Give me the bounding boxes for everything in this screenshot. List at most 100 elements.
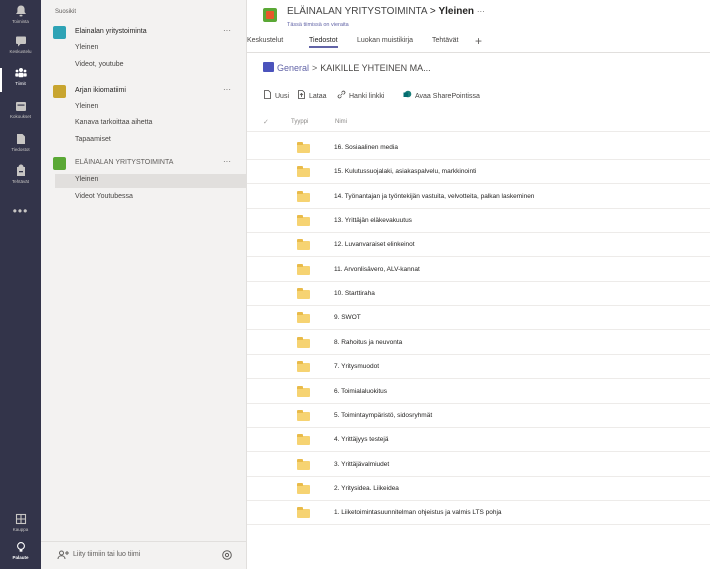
column-header-name[interactable]: Nimi [335,119,347,125]
table-row[interactable]: 10. Starttiraha [247,282,710,307]
guest-notice[interactable]: Tässä tiimissä on vieraita [287,22,349,28]
rail-label-teams: Tiimit [15,81,26,86]
table-row[interactable]: 12. Luvanvaraiset elinkeinot [247,233,710,258]
breadcrumb-root[interactable]: General [277,63,309,73]
table-row[interactable]: 13. Yrittäjän eläkevakuutus [247,209,710,234]
column-header-type[interactable]: Tyyppi [291,119,308,125]
table-row[interactable]: 7. Yritysmuodot [247,355,710,380]
get-link-button[interactable]: Hanki linkki [337,90,384,100]
breadcrumb-current: KAIKILLE YHTEINEN MA... [320,63,431,73]
team-more-button[interactable]: ··· [223,85,231,94]
folder-icon [297,312,310,324]
join-team-icon [57,550,69,560]
rail-item-feedback[interactable]: Palaute [0,540,41,569]
teams-list-panel: Suosikit Elainalan yritystoiminta ··· Yl… [41,0,247,569]
rail-item-files[interactable]: Tiedostot [0,132,41,162]
channel-item[interactable]: Tapaamiset [75,134,241,148]
rail-label-activity: Toiminta [12,19,29,24]
team-logo [53,157,66,170]
open-in-sharepoint-button[interactable]: Avaa SharePointissa [403,90,480,100]
table-row[interactable]: 3. Yrittäjävalmiudet [247,453,710,477]
tab-files[interactable]: Tiedostot [309,37,338,48]
rail-item-meetings[interactable]: Kokoukset [0,99,41,129]
channel-item[interactable]: Kanava tarkoittaa aihetta [75,117,241,131]
tab-class-notebook[interactable]: Luokan muistikirja [357,37,413,44]
file-name[interactable]: 6. Toimialaluokitus [334,388,387,395]
rail-item-teams[interactable]: Tiimit [0,66,41,96]
team-name: Elainalan yritystoiminta [75,28,147,35]
file-name[interactable]: 1. Liiketoimintasuunnitelman ohjeistus j… [334,509,502,516]
table-row[interactable]: 15. Kulutussuojalaki, asiakaspalvelu, ma… [247,160,710,185]
table-row[interactable]: 8. Rahoitus ja neuvonta [247,331,710,355]
file-name[interactable]: 8. Rahoitus ja neuvonta [334,339,402,346]
channel-item-selected[interactable]: Yleinen [55,174,247,188]
folder-icon [297,166,310,178]
tab-divider [247,52,710,53]
team-more-button[interactable]: ··· [223,26,231,35]
tab-conversations[interactable]: Keskustelut [247,37,283,44]
tab-assignments[interactable]: Tehtävät [432,37,458,44]
table-row[interactable]: 6. Toimialaluokitus [247,380,710,404]
table-row[interactable]: 9. SWOT [247,306,710,331]
add-tab-button[interactable]: + [475,34,482,48]
new-label: Uusi [275,93,290,100]
files-icon [16,134,25,144]
table-row[interactable]: 2. Yritysidea. Liikeidea [247,477,710,501]
rail-item-store[interactable]: Kauppa [0,512,41,542]
folder-icon [297,336,310,348]
channel-item[interactable]: Videot, youtube [75,59,241,73]
join-or-create-team-link[interactable]: Liity tiimiin tai luo tiimi [73,551,140,558]
file-name[interactable]: 16. Sosiaalinen media [334,144,398,151]
file-name[interactable]: 7. Yritysmuodot [334,363,379,370]
folder-icon [297,458,310,470]
rail-item-tasks[interactable]: Tehtävät [0,164,41,194]
sharepoint-label: Avaa SharePointissa [415,93,480,100]
folder-icon [297,190,310,202]
table-row[interactable]: 1. Liiketoimintasuunnitelman ohjeistus j… [247,501,710,526]
file-name[interactable]: 10. Starttiraha [334,290,375,297]
team-row[interactable]: Arjan ikiomatiimi ··· [51,84,241,100]
team-name: ELÄINALAN YRITYSTOIMINTA [75,159,174,166]
file-name[interactable]: 14. Työnantajan ja työntekijän vastuita,… [334,193,534,200]
main-panel: ELÄINALAN YRITYSTOIMINTA > Yleinen ··· T… [247,0,710,569]
table-row[interactable]: 11. Arvonlisävero, ALV-kannat [247,258,710,282]
table-row[interactable]: 14. Työnantajan ja työntekijän vastuita,… [247,185,710,209]
rail-item-chat[interactable]: Keskustelu [0,34,41,64]
header-team-name[interactable]: ELÄINALAN YRITYSTOIMINTA [287,6,427,17]
file-name[interactable]: 5. Toimintaympäristö, sidosryhmät [334,412,432,419]
file-name[interactable]: 15. Kulutussuojalaki, asiakaspalvelu, ma… [334,168,476,175]
folder-icon [297,482,310,494]
header-more-button[interactable]: ··· [477,7,485,16]
team-row[interactable]: ELÄINALAN YRITYSTOIMINTA ··· [51,156,241,172]
folder-icon [297,409,310,421]
file-name[interactable]: 11. Arvonlisävero, ALV-kannat [334,266,420,273]
file-name[interactable]: 9. SWOT [334,314,361,321]
team-row[interactable]: Elainalan yritystoiminta ··· [51,25,241,41]
file-name[interactable]: 3. Yrittäjävalmiudet [334,461,389,468]
breadcrumb: General > KAIKILLE YHTEINEN MA... [263,62,431,73]
gear-icon[interactable] [221,549,233,561]
rail-item-activity[interactable]: Toiminta [0,4,41,34]
channel-item[interactable]: Yleinen [75,101,241,115]
channel-item[interactable]: Yleinen [75,42,241,56]
team-logo [53,26,66,39]
table-row[interactable]: 5. Toimintaympäristö, sidosryhmät [247,404,710,428]
upload-button[interactable]: Lataa [297,90,327,100]
get-link-label: Hanki linkki [349,93,385,100]
file-name[interactable]: 4. Yrittäjyys testejä [334,436,388,443]
breadcrumb-separator: > [312,63,318,73]
select-all-checkbox[interactable]: ✓ [263,118,269,126]
file-name[interactable]: 13. Yrittäjän eläkevakuutus [334,217,412,224]
team-name: Arjan ikiomatiimi [75,87,126,94]
channel-item[interactable]: Videot Youtubessa [75,191,241,205]
file-name[interactable]: 2. Yritysidea. Liikeidea [334,485,399,492]
upload-label: Lataa [309,93,327,100]
team-more-button[interactable]: ··· [223,157,231,166]
file-list-header: ✓ Tyyppi Nimi [247,114,710,132]
table-row[interactable]: 4. Yrittäjyys testejä [247,428,710,453]
file-name[interactable]: 12. Luvanvaraiset elinkeinot [334,241,415,248]
table-row[interactable]: 16. Sosiaalinen media [247,136,710,160]
new-button[interactable]: Uusi [263,90,289,100]
rail-more-button[interactable]: ••• [0,204,41,218]
link-icon [337,90,346,99]
